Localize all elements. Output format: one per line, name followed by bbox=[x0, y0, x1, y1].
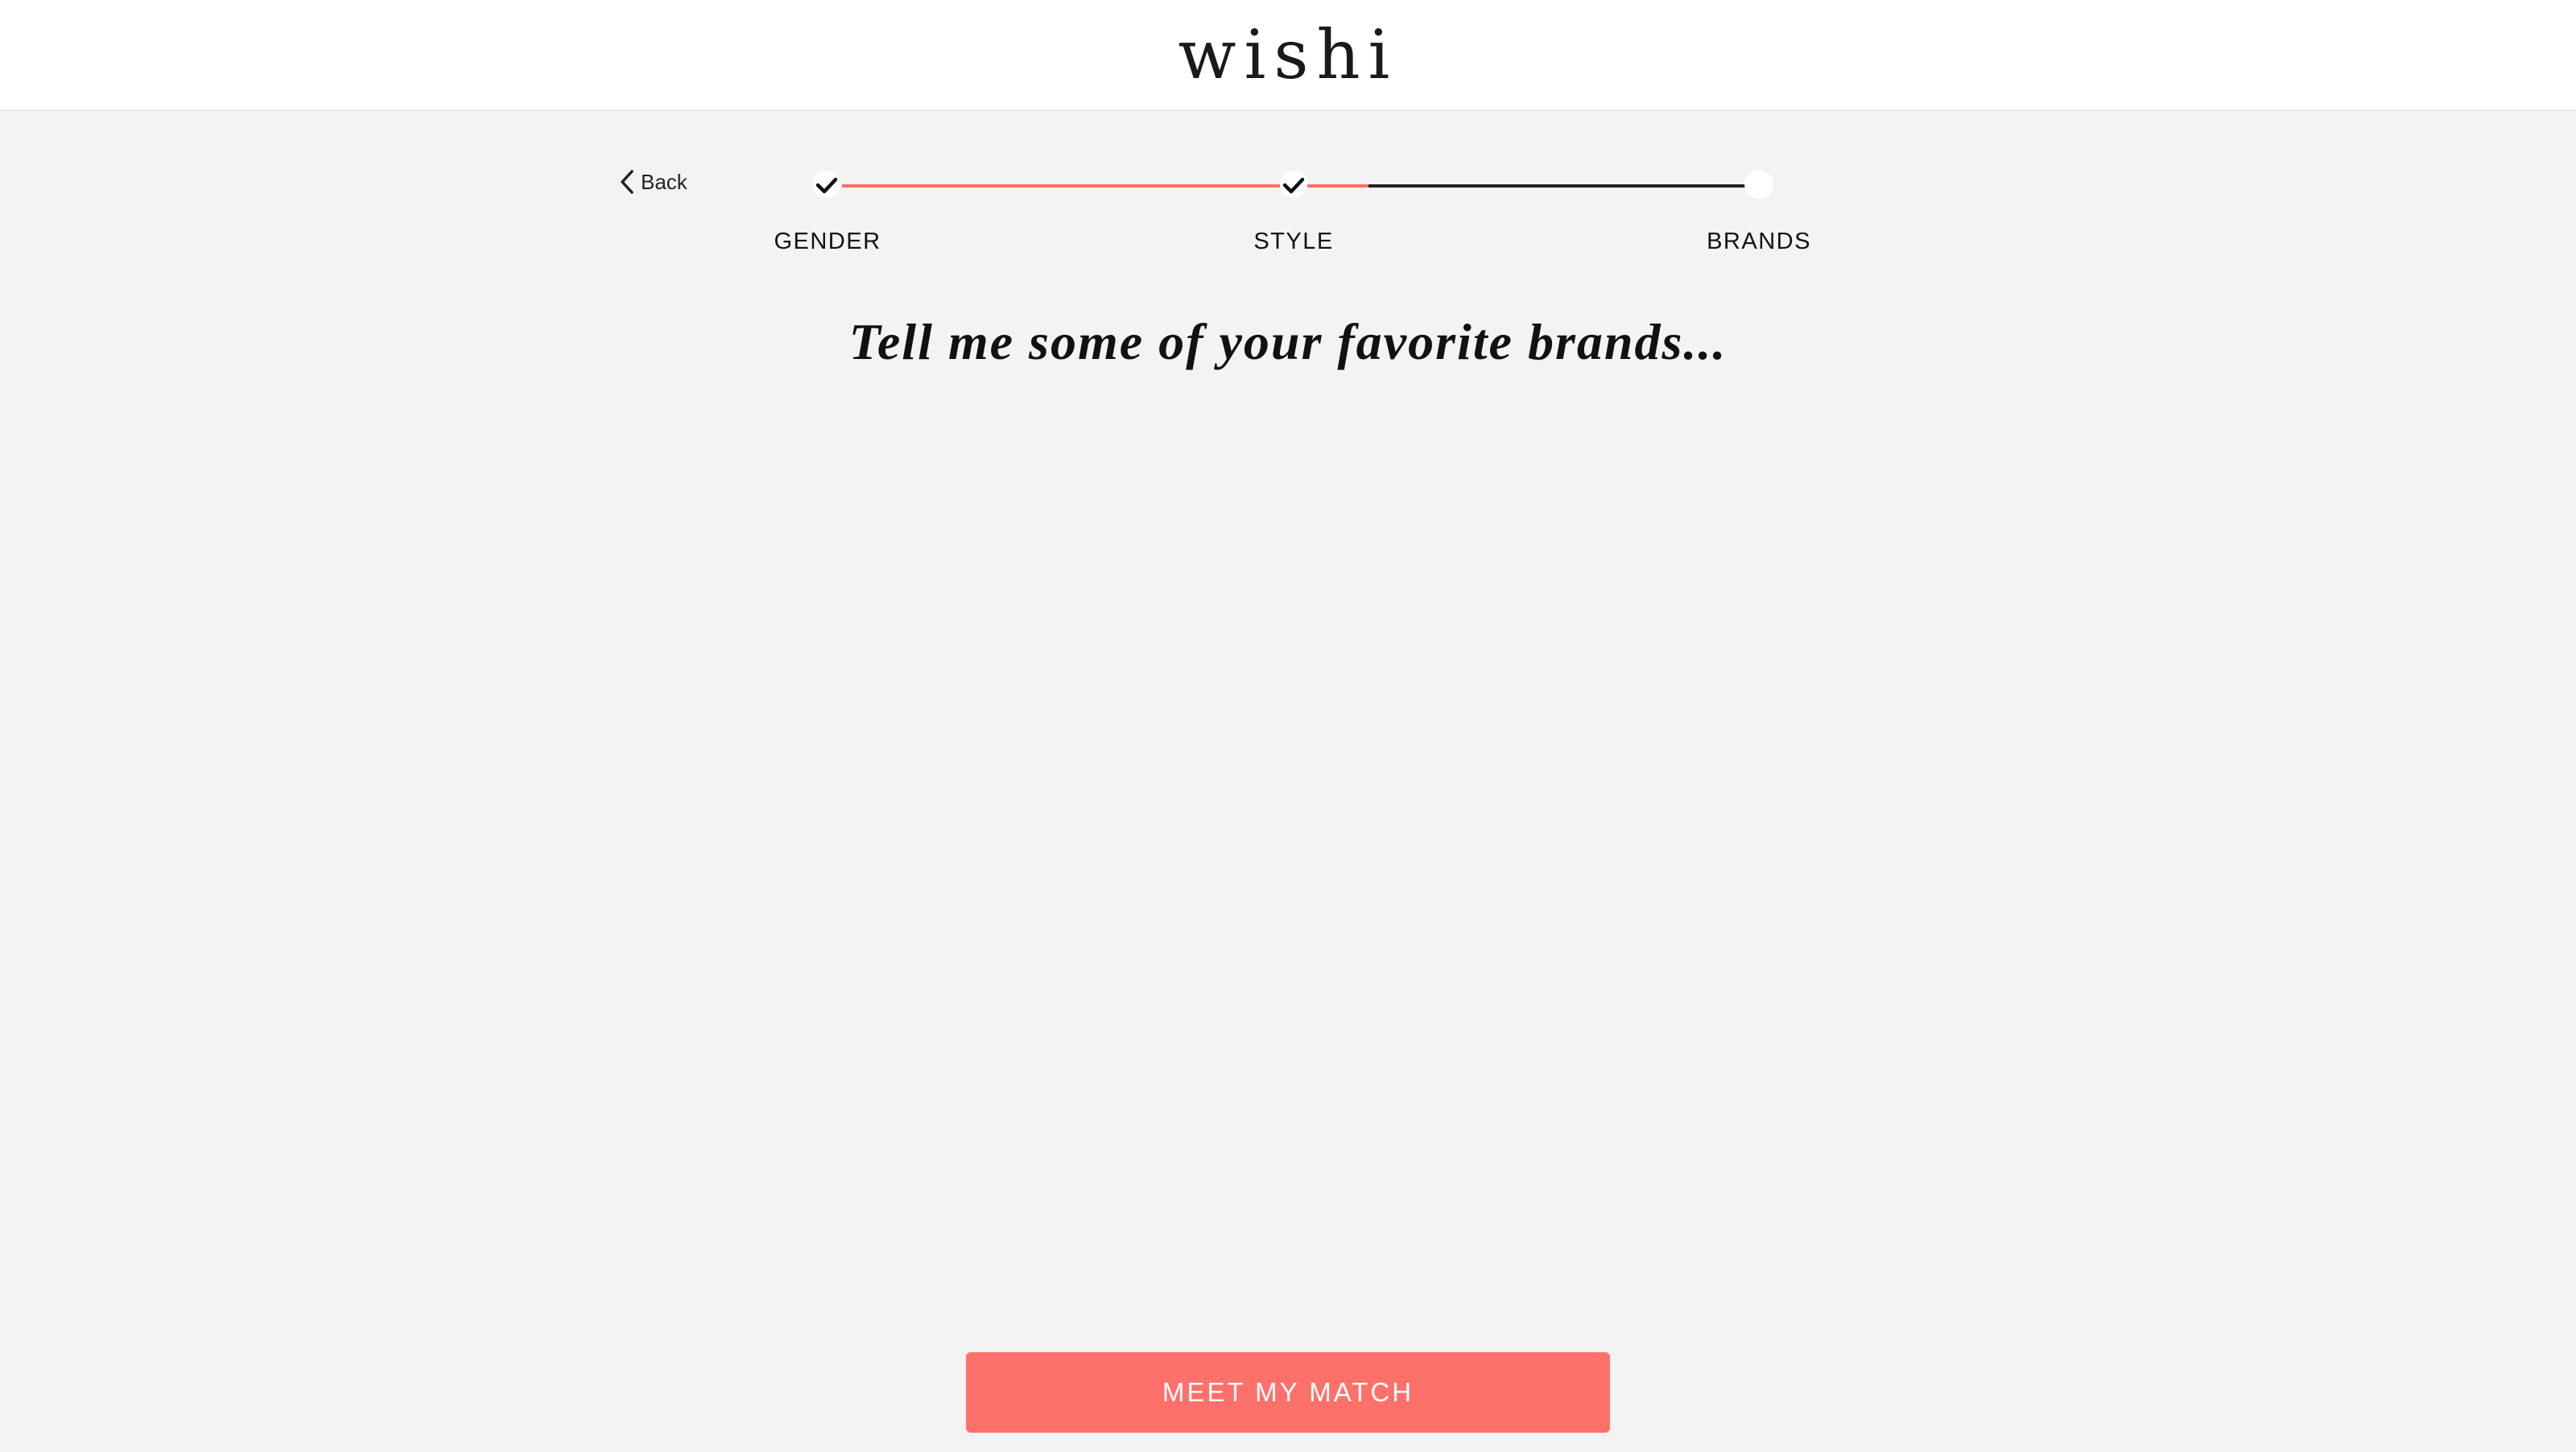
meet-my-match-button[interactable]: MEET MY MATCH bbox=[966, 1352, 1610, 1433]
step-label-gender[interactable]: GENDER bbox=[774, 225, 881, 258]
step-dot-gender[interactable] bbox=[813, 171, 840, 198]
step-dot-style[interactable] bbox=[1280, 171, 1307, 198]
onboarding-progress: GENDER STYLE BRANDS bbox=[0, 0, 2576, 274]
step-dot-brands[interactable] bbox=[1744, 170, 1773, 199]
step-label-style[interactable]: STYLE bbox=[1253, 225, 1333, 258]
page-headline: Tell me some of your favorite brands... bbox=[848, 313, 1728, 370]
step-label-brands[interactable]: BRANDS bbox=[1707, 225, 1811, 258]
